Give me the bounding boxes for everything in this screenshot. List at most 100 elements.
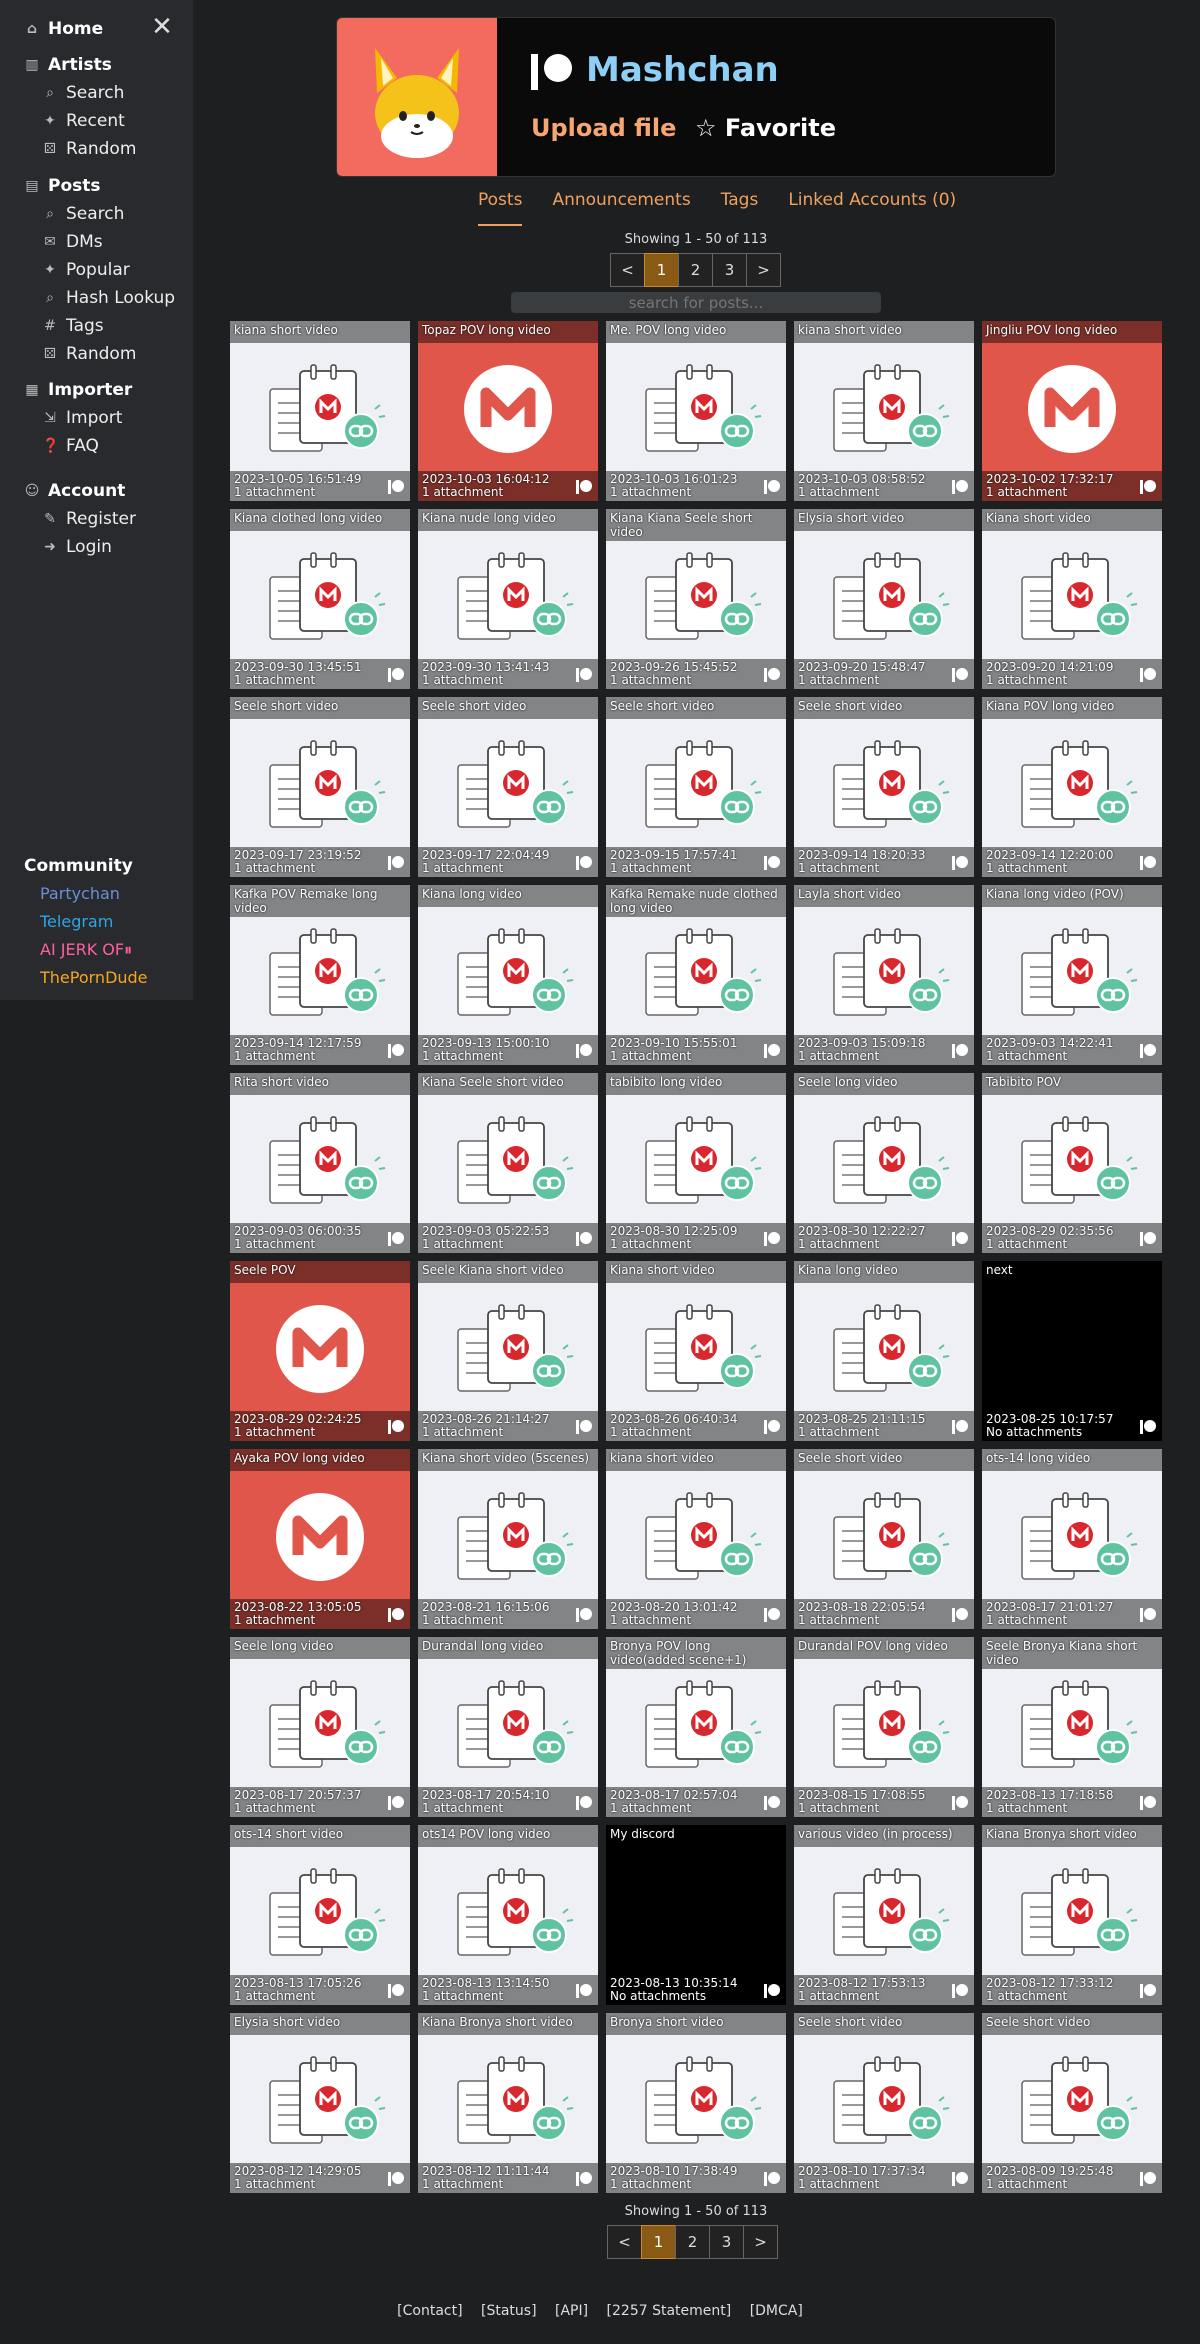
page-next-button[interactable]: > [746, 253, 781, 287]
page-prev-button[interactable]: < [607, 2225, 642, 2259]
post-card[interactable]: Kiana short video 2023-09-20 14:21:09 1 at… [982, 509, 1162, 689]
post-card[interactable]: Seele short video 2023-08-09 19:25:48 1 at… [982, 2013, 1162, 2193]
post-attachments: 1 attachment [422, 1989, 504, 2003]
post-card[interactable]: Kiana Bronya short video 2023-08-12 17:33… [982, 1825, 1162, 2005]
post-card[interactable]: Seele short video 2023-09-15 17:57:41 1 at… [606, 697, 786, 877]
sidebar-item-artists-recent[interactable]: ✦ Recent [42, 111, 125, 131]
post-card[interactable]: Seele Kiana short video 2023-08-26 21:14:… [418, 1261, 598, 1441]
post-footer: 2023-10-03 08:58:52 1 attachment [794, 471, 974, 501]
post-card[interactable]: Seele short video 2023-09-14 18:20:33 1 at… [794, 697, 974, 877]
page-3-button[interactable]: 3 [709, 2225, 744, 2259]
tab-tags[interactable]: Tags [721, 190, 759, 226]
patreon-icon [388, 668, 404, 682]
post-card[interactable]: kiana short video 2023-10-03 08:58:52 1 at… [794, 321, 974, 501]
post-card[interactable]: Seele short video 2023-09-17 23:19:52 1 at… [230, 697, 410, 877]
footer-api-link[interactable]: [API] [555, 2303, 588, 2319]
close-icon[interactable]: ✕ [150, 14, 174, 40]
sidebar-item-faq[interactable]: ❓ FAQ [42, 436, 99, 456]
post-card[interactable]: Kiana POV long video 2023-09-14 12:20:00 1… [982, 697, 1162, 877]
post-card[interactable]: Kiana short video (5scenes) 2023-08-21 16… [418, 1449, 598, 1629]
sidebar-item-artists-search[interactable]: ⌕ Search [42, 83, 124, 103]
sidebar-item-artists-random[interactable]: ⚄ Random [42, 139, 136, 159]
sidebar-item-posts-search[interactable]: ⌕ Search [42, 204, 124, 224]
post-card[interactable]: ots14 POV long video 2023-08-13 13:14:50 1… [418, 1825, 598, 2005]
community-link-telegram[interactable]: Telegram [40, 912, 113, 931]
post-card[interactable]: Topaz POV long video 2023-10-03 16:04:12 1… [418, 321, 598, 501]
search-input[interactable] [511, 292, 881, 313]
post-card[interactable]: Durandal long video 2023-08-17 20:54:10 1 … [418, 1637, 598, 1817]
sidebar-item-popular[interactable]: ✦ Popular [42, 260, 130, 280]
post-card[interactable]: Kiana long video (POV) 2023-09-03 14:22:4… [982, 885, 1162, 1065]
footer-2257-link[interactable]: [2257 Statement] [607, 2303, 732, 2319]
post-card[interactable]: Seele short video 2023-08-18 22:05:54 1 at… [794, 1449, 974, 1629]
tab-announcements[interactable]: Announcements [552, 190, 690, 226]
upload-file-button[interactable]: Upload file [531, 114, 676, 142]
post-card[interactable]: Kiana Seele short video 2023-09-03 05:22:… [418, 1073, 598, 1253]
community-link-partychan[interactable]: Partychan [40, 884, 120, 903]
page-3-button[interactable]: 3 [712, 253, 747, 287]
post-card[interactable]: Kiana long video 2023-09-13 15:00:10 1 att… [418, 885, 598, 1065]
page-1-button[interactable]: 1 [644, 253, 679, 287]
post-attachments: 1 attachment [798, 1425, 880, 1439]
page-prev-button[interactable]: < [610, 253, 645, 287]
sidebar-item-login[interactable]: ➜ Login [42, 537, 112, 557]
post-card[interactable]: Seele short video 2023-09-17 22:04:49 1 at… [418, 697, 598, 877]
sidebar-home-link[interactable]: ⌂ Home [24, 19, 103, 39]
community-link-theporndude[interactable]: ThePornDude [40, 968, 148, 987]
post-card[interactable]: tabibito long video 2023-08-30 12:25:09 1 … [606, 1073, 786, 1253]
post-card[interactable]: Kiana Kiana Seele short video 2023-09-26 … [606, 509, 786, 689]
post-card[interactable]: ots-14 long video 2023-08-17 21:01:27 1 at… [982, 1449, 1162, 1629]
post-card[interactable]: next 2023-08-25 10:17:57 No attachments [982, 1261, 1162, 1441]
post-card[interactable]: various video (in process) 2023-08-12 17:… [794, 1825, 974, 2005]
tab-posts[interactable]: Posts [478, 190, 523, 226]
post-card[interactable]: Layla short video 2023-09-03 15:09:18 1 at… [794, 885, 974, 1065]
sidebar-item-posts-random[interactable]: ⚄ Random [42, 344, 136, 364]
page-next-button[interactable]: > [743, 2225, 778, 2259]
page-1-button[interactable]: 1 [641, 2225, 676, 2259]
post-card[interactable]: ots-14 short video 2023-08-13 17:05:26 1 a… [230, 1825, 410, 2005]
post-card[interactable]: Seele Bronya Kiana short video 2023-08-13… [982, 1637, 1162, 1817]
sidebar-item-tags[interactable]: # Tags [42, 316, 104, 336]
post-card[interactable]: kiana short video 2023-08-20 13:01:42 1 at… [606, 1449, 786, 1629]
post-title: My discord [610, 1827, 675, 1841]
post-card[interactable]: Bronya POV long video(added scene+1) 2023… [606, 1637, 786, 1817]
post-card[interactable]: kiana short video 2023-10-05 16:51:49 1 at… [230, 321, 410, 501]
post-card[interactable]: Kafka POV Remake long video 2023-09-14 12… [230, 885, 410, 1065]
community-link-ai-jerk[interactable]: AI JERK OF⏸ [40, 940, 132, 960]
tab-linked-accounts[interactable]: Linked Accounts (0) [788, 190, 956, 226]
post-card[interactable]: Tabibito POV 2023-08-29 02:35:56 1 attachm… [982, 1073, 1162, 1253]
post-card[interactable]: Kiana Bronya short video 2023-08-12 11:11… [418, 2013, 598, 2193]
post-card[interactable]: Seele POV 2023-08-29 02:24:25 1 attachment [230, 1261, 410, 1441]
post-card[interactable]: My discord 2023-08-13 10:35:14 No attachme… [606, 1825, 786, 2005]
footer-contact-link[interactable]: [Contact] [397, 2303, 462, 2319]
avatar[interactable] [337, 18, 497, 176]
post-card[interactable]: Seele short video 2023-08-10 17:37:34 1 at… [794, 2013, 974, 2193]
page-2-button[interactable]: 2 [678, 253, 713, 287]
sidebar-item-dms[interactable]: ✉ DMs [42, 232, 103, 252]
post-card[interactable]: Elysia short video 2023-09-20 15:48:47 1 a… [794, 509, 974, 689]
post-card[interactable]: Seele long video 2023-08-17 20:57:37 1 att… [230, 1637, 410, 1817]
favorite-button[interactable]: ☆ Favorite [695, 114, 836, 142]
post-card[interactable]: Elysia short video 2023-08-12 14:29:05 1 a… [230, 2013, 410, 2193]
post-card[interactable]: Durandal POV long video 2023-08-15 17:08:… [794, 1637, 974, 1817]
post-card[interactable]: Rita short video 2023-09-03 06:00:35 1 att… [230, 1073, 410, 1253]
post-card[interactable]: Kiana short video 2023-08-26 06:40:34 1 at… [606, 1261, 786, 1441]
post-card[interactable]: Kiana nude long video 2023-09-30 13:41:43… [418, 509, 598, 689]
post-card[interactable]: Kiana long video 2023-08-25 21:11:15 1 att… [794, 1261, 974, 1441]
post-card[interactable]: Kiana clothed long video 2023-09-30 13:45… [230, 509, 410, 689]
footer-status-link[interactable]: [Status] [481, 2303, 537, 2319]
post-title: Seele short video [794, 1449, 974, 1471]
post-card[interactable]: Kafka Remake nude clothed long video 2023… [606, 885, 786, 1065]
sidebar-item-register[interactable]: ✎ Register [42, 509, 136, 529]
patreon-icon [388, 1984, 404, 1998]
post-card[interactable]: Jingliu POV long video 2023-10-02 17:32:1… [982, 321, 1162, 501]
artist-name[interactable]: Mashchan [586, 50, 779, 90]
sidebar-item-import[interactable]: ⇲ Import [42, 408, 122, 428]
post-card[interactable]: Bronya short video 2023-08-10 17:38:49 1 a… [606, 2013, 786, 2193]
footer-dmca-link[interactable]: [DMCA] [750, 2303, 803, 2319]
post-card[interactable]: Me. POV long video 2023-10-03 16:01:23 1 a… [606, 321, 786, 501]
sidebar-item-hash-lookup[interactable]: ⌕ Hash Lookup [42, 288, 175, 308]
post-card[interactable]: Ayaka POV long video 2023-08-22 13:05:05 1… [230, 1449, 410, 1629]
page-2-button[interactable]: 2 [675, 2225, 710, 2259]
post-card[interactable]: Seele long video 2023-08-30 12:22:27 1 att… [794, 1073, 974, 1253]
